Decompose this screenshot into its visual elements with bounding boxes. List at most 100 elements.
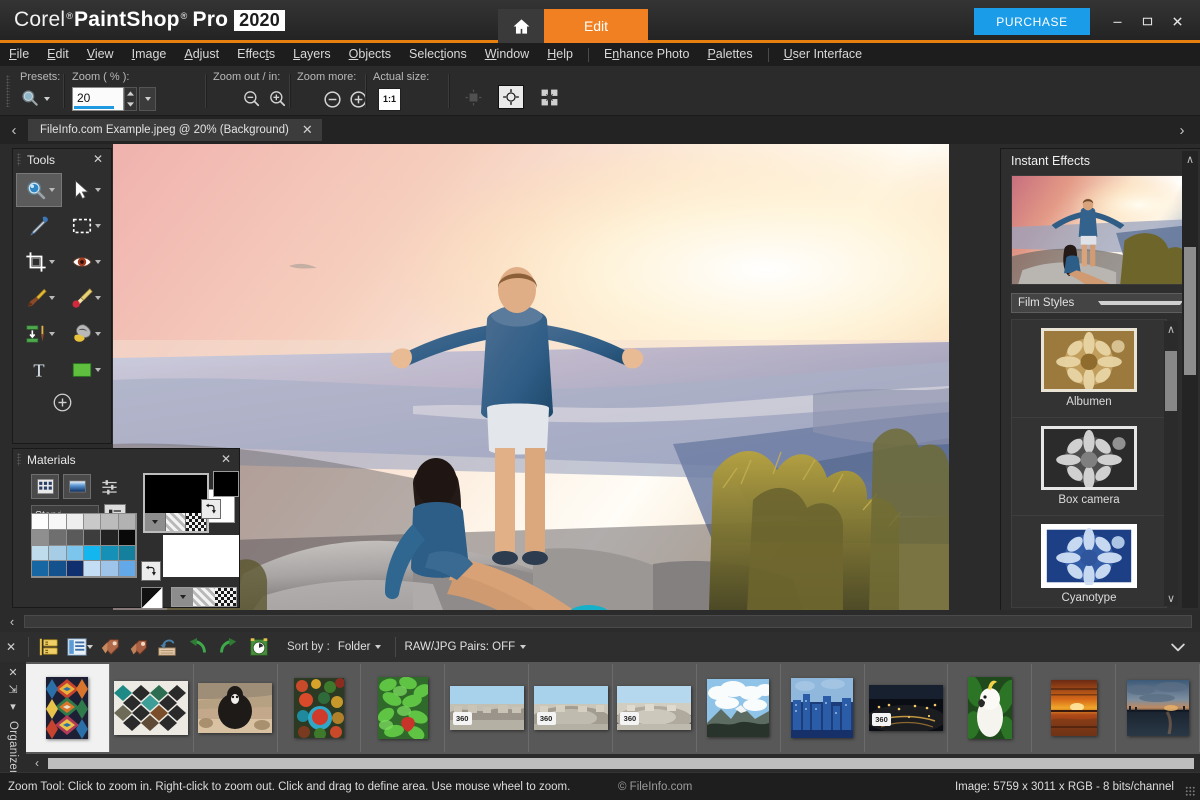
close-button[interactable] <box>1162 8 1192 36</box>
materials-palette-close-icon[interactable]: ✕ <box>219 452 233 466</box>
swatch[interactable] <box>32 514 49 530</box>
tool-clone[interactable] <box>16 317 62 351</box>
thumbnail-panorama-town-3[interactable]: 360 <box>613 664 697 752</box>
purchase-button[interactable]: PURCHASE <box>974 8 1090 35</box>
foreground-gradient-style-button[interactable] <box>166 513 187 531</box>
materials-gradient-tab[interactable] <box>63 474 91 499</box>
materials-sliders-tab[interactable] <box>95 474 123 499</box>
swatch[interactable] <box>49 546 66 562</box>
raw-jpg-pairs-dropdown[interactable]: RAW/JPG Pairs: OFF <box>404 641 526 653</box>
organizer-top-scrollbar[interactable] <box>24 615 1192 628</box>
menu-item-user-interface[interactable]: User Interface <box>775 43 872 66</box>
thumbnail-orange-sunset[interactable] <box>1032 664 1116 752</box>
fit-image-button[interactable] <box>498 85 524 109</box>
background-color-style-button[interactable] <box>172 588 193 606</box>
zoom-out-button[interactable] <box>239 87 265 111</box>
tools-palette-grip[interactable] <box>17 153 21 166</box>
tool-dropper[interactable] <box>16 209 62 243</box>
tools-palette-close-icon[interactable]: ✕ <box>91 152 105 166</box>
instant-effects-list[interactable]: Albumen <box>1011 319 1167 608</box>
zoom-percent-input[interactable]: 20 <box>72 87 124 111</box>
makeover-tool-caret-icon[interactable] <box>95 296 101 300</box>
swap-materials-button[interactable] <box>141 561 161 581</box>
thumbnail-green-leaves[interactable] <box>361 664 445 752</box>
swatch[interactable] <box>67 514 84 530</box>
swatch[interactable] <box>67 530 84 546</box>
foreground-material-box[interactable] <box>143 473 209 533</box>
menu-item-file[interactable]: File <box>0 43 38 66</box>
tool-crop[interactable] <box>16 245 62 279</box>
organizer-folders-button[interactable] <box>35 634 63 660</box>
organizer-tag-button[interactable] <box>97 634 125 660</box>
thumbnail-city-blue[interactable] <box>781 664 865 752</box>
swatch[interactable] <box>49 561 66 577</box>
tab-scroll-right[interactable]: › <box>1168 116 1196 144</box>
menu-item-objects[interactable]: Objects <box>340 43 400 66</box>
tool-zoom[interactable] <box>16 173 62 207</box>
toolbar-grip[interactable] <box>6 75 10 107</box>
home-tab-button[interactable] <box>498 9 544 43</box>
organizer-rate-button[interactable] <box>125 634 153 660</box>
organizer-share-button[interactable] <box>153 634 181 660</box>
menu-item-window[interactable]: Window <box>476 43 538 66</box>
swatch[interactable] <box>49 530 66 546</box>
tool-selection[interactable] <box>62 209 108 243</box>
swatch[interactable] <box>32 546 49 562</box>
swatch[interactable] <box>84 546 101 562</box>
swatch[interactable] <box>49 514 66 530</box>
tile-windows-button[interactable] <box>536 85 562 109</box>
thumbnail-black-dog[interactable] <box>194 664 278 752</box>
thumbnail-white-cockatoo[interactable] <box>948 664 1032 752</box>
thumbnail-panorama-town-2[interactable]: 360 <box>529 664 613 752</box>
zoom-tool-caret-icon[interactable] <box>49 188 55 192</box>
zoom-dropdown-button[interactable] <box>139 87 156 111</box>
maximize-button[interactable] <box>1132 8 1162 36</box>
menu-item-image[interactable]: Image <box>123 43 176 66</box>
effect-item-albumen[interactable]: Albumen <box>1012 320 1166 418</box>
organizer-info-button[interactable] <box>245 634 273 660</box>
swatch[interactable] <box>101 530 118 546</box>
menu-item-enhance-photo[interactable]: Enhance Photo <box>595 43 699 66</box>
organizer-rotate-right-button[interactable] <box>213 634 241 660</box>
organizer-bottom-scroll-left[interactable]: ‹ <box>26 754 48 772</box>
effect-item-cyanotype[interactable]: Cyanotype <box>1012 516 1166 608</box>
tool-red-eye[interactable] <box>62 245 108 279</box>
swatch[interactable] <box>119 530 136 546</box>
swatch[interactable] <box>119 561 136 577</box>
zoom-more-in-button[interactable] <box>345 87 371 111</box>
organizer-panel-close-icon[interactable]: ✕ <box>8 666 17 679</box>
document-tab-close-icon[interactable]: ✕ <box>299 122 316 138</box>
menu-item-edit[interactable]: Edit <box>38 43 78 66</box>
zoom-spinner-up[interactable] <box>125 88 136 99</box>
swatch[interactable] <box>67 561 84 577</box>
list-scrollbar-thumb[interactable] <box>1165 351 1177 411</box>
organizer-close-button[interactable]: ✕ <box>0 634 22 660</box>
zoom-in-button[interactable] <box>265 87 291 111</box>
organizer-pin-icon[interactable]: ⇲ <box>8 683 17 696</box>
pick-tool-caret-icon[interactable] <box>95 188 101 192</box>
swatch[interactable] <box>101 546 118 562</box>
tool-text[interactable]: T <box>16 353 62 387</box>
instant-effects-list-scrollbar[interactable]: ∧ ∨ <box>1164 321 1178 606</box>
minimize-button[interactable] <box>1102 8 1132 36</box>
thumbnail-kilim-rug[interactable] <box>26 664 110 752</box>
organizer-filmstrip[interactable]: 360 360 <box>26 662 1200 754</box>
tool-paint-brush[interactable] <box>16 281 62 315</box>
actual-size-button[interactable]: 1:1 <box>378 88 401 111</box>
organizer-view-caret[interactable] <box>87 645 93 649</box>
zoom-spinner-down[interactable] <box>125 99 136 110</box>
menu-item-effects[interactable]: Effects <box>228 43 284 66</box>
swatch[interactable] <box>84 561 101 577</box>
fit-window-button[interactable] <box>460 85 486 109</box>
foreground-color-style-button[interactable] <box>145 513 166 531</box>
thumbnail-panorama-town-1[interactable]: 360 <box>445 664 529 752</box>
gradient-tool-caret-icon[interactable] <box>49 332 55 336</box>
menu-item-selections[interactable]: Selections <box>400 43 476 66</box>
tool-makeover[interactable] <box>62 281 108 315</box>
thumbnail-lake-dusk[interactable] <box>1116 664 1200 752</box>
tool-shape[interactable] <box>62 353 108 387</box>
add-tool-button[interactable] <box>16 388 108 413</box>
sort-by-dropdown[interactable]: Folder <box>338 641 382 653</box>
organizer-collapse-button[interactable] <box>1168 637 1188 657</box>
organizer-bottom-scrollbar[interactable] <box>48 758 1194 769</box>
